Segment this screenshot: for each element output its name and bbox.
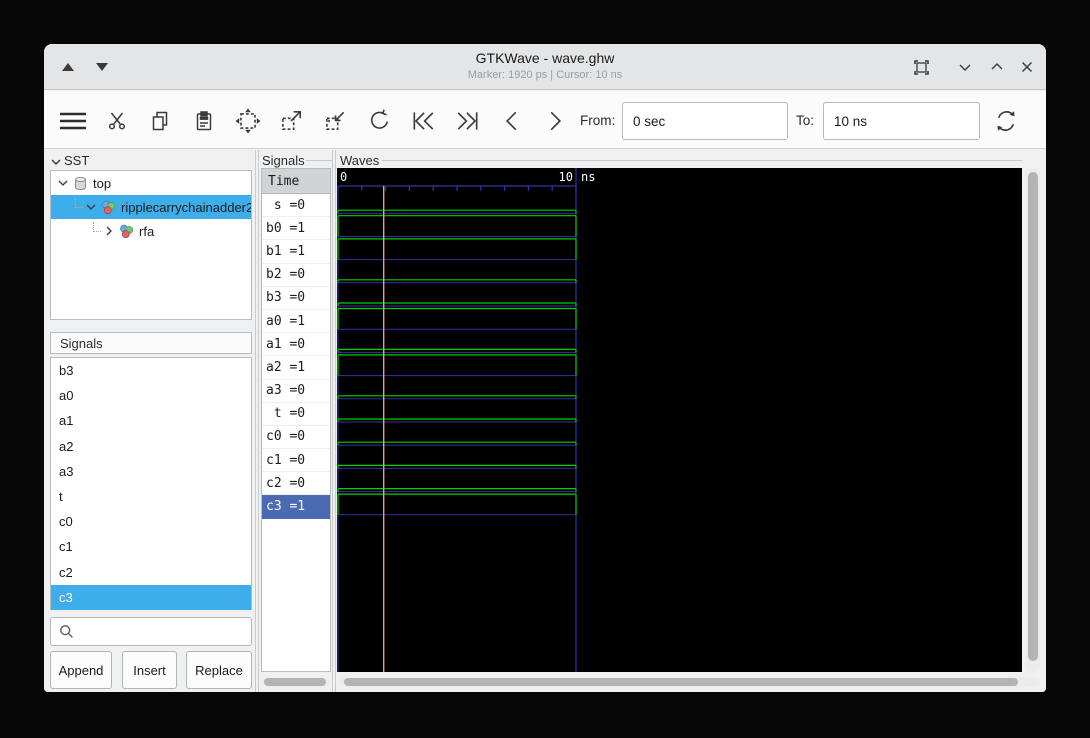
signals-list: b3 a0 a1 a2 a3 t c0 c1 c2 c3 [50, 357, 252, 610]
from-label: From: [580, 113, 616, 128]
cut-icon[interactable] [103, 107, 131, 135]
goto-start-icon[interactable] [409, 107, 437, 135]
expander-down-icon[interactable] [57, 177, 69, 189]
value-row-b1[interactable]: b1 =1 [262, 240, 330, 264]
undo-icon[interactable] [364, 107, 392, 135]
to-input[interactable] [823, 102, 980, 140]
waves-vscrollbar[interactable] [1026, 168, 1040, 672]
sst-tree: top ripplecarrychainadder20 rfa [50, 170, 252, 320]
close-icon[interactable] [1016, 56, 1038, 78]
values-panel-label: Signals [262, 153, 305, 168]
tree-node-label: rfa [139, 223, 155, 239]
module-spheres-icon [119, 224, 134, 239]
values-panel: Time s =0 b0 =1 b1 =1 b2 =0 b3 =0 a0 =1 a1 =0 a… [261, 168, 331, 672]
value-row-c3[interactable]: c3 =1 [262, 495, 330, 519]
from-input[interactable] [622, 102, 788, 140]
splitter-right-line2 [335, 150, 336, 692]
tree-node-label: top [93, 175, 112, 191]
search-icon [60, 625, 73, 638]
marker-cursor-status: Marker: 1920 ps | Cursor: 10 ns [467, 69, 623, 81]
maximize-icon[interactable] [986, 56, 1008, 78]
prev-edge-icon[interactable] [498, 107, 526, 135]
waves-hscrollbar[interactable] [340, 677, 1040, 687]
zoom-in-icon[interactable] [277, 107, 305, 135]
append-button[interactable]: Append [50, 651, 112, 689]
search-input[interactable] [50, 617, 252, 646]
value-row-b0[interactable]: b0 =1 [262, 217, 330, 241]
tree-guide-line [75, 198, 83, 208]
value-row-a0[interactable]: a0 =1 [262, 310, 330, 334]
scope-cylinder-icon [73, 176, 88, 191]
value-row-b2[interactable]: b2 =0 [262, 264, 330, 287]
paste-icon[interactable] [190, 107, 218, 135]
signal-list-item-a0[interactable]: a0 [51, 383, 251, 408]
tree-node-label: ripplecarrychainadder20 [121, 199, 251, 215]
value-rows: s =0 b0 =1 b1 =1 b2 =0 b3 =0 a0 =1 a1 =0 a2 =1 a… [262, 194, 330, 519]
signal-list-item-t[interactable]: t [51, 484, 251, 509]
signal-list-item-a2[interactable]: a2 [51, 434, 251, 459]
window-title: GTKWave - wave.ghw [475, 50, 615, 66]
waves-vscrollbar-thumb[interactable] [1028, 172, 1038, 661]
signal-list-item-b3[interactable]: b3 [51, 358, 251, 383]
signal-list-item-c0[interactable]: c0 [51, 509, 251, 534]
expander-down-icon[interactable] [85, 201, 97, 213]
waves-frame-line [382, 160, 1022, 161]
splitter-right[interactable] [332, 150, 333, 692]
timeline-unit-label: ns [581, 170, 595, 184]
time-column-header[interactable]: Time [262, 169, 330, 194]
signal-list-item-c1[interactable]: c1 [51, 534, 251, 559]
wave-canvas[interactable]: 0 10 ns [337, 168, 1022, 672]
tree-node-rfa[interactable]: rfa [51, 219, 251, 243]
value-row-a2[interactable]: a2 =1 [262, 356, 330, 380]
value-row-c1[interactable]: c1 =0 [262, 449, 330, 473]
value-row-a3[interactable]: a3 =0 [262, 380, 330, 403]
value-row-t[interactable]: t =0 [262, 403, 330, 426]
signal-list-item-a1[interactable]: a1 [51, 408, 251, 433]
insert-button[interactable]: Insert [122, 651, 177, 689]
value-row-a1[interactable]: a1 =0 [262, 333, 330, 357]
sst-expander-icon[interactable] [50, 157, 62, 167]
sst-label: SST [64, 153, 90, 168]
value-row-c2[interactable]: c2 =0 [262, 472, 330, 496]
zoom-fit-icon[interactable] [234, 107, 262, 135]
signal-list-item-c2[interactable]: c2 [51, 560, 251, 585]
next-edge-icon[interactable] [541, 107, 569, 135]
gtkwave-window: GTKWave - wave.ghw Marker: 1920 ps | Cur… [44, 44, 1046, 692]
timeline-start-label: 0 [340, 170, 347, 184]
toolbar: From: To: [44, 91, 1046, 149]
value-row-s[interactable]: s =0 [262, 194, 330, 218]
values-frame-line [306, 160, 332, 161]
goto-end-icon[interactable] [454, 107, 482, 135]
waves-hscrollbar-thumb[interactable] [344, 678, 1018, 686]
values-hscrollbar[interactable] [262, 677, 330, 687]
module-spheres-icon [101, 200, 116, 215]
zoom-out-icon[interactable] [321, 107, 349, 135]
waves-panel-label: Waves [340, 153, 380, 168]
tree-node-top[interactable]: top [51, 171, 251, 195]
signal-list-item-c3[interactable]: c3 [51, 584, 251, 610]
values-hscrollbar-thumb[interactable] [264, 678, 326, 686]
reload-icon[interactable] [992, 107, 1020, 135]
splitter-left-line2 [258, 150, 259, 692]
value-row-b3[interactable]: b3 =0 [262, 287, 330, 310]
copy-icon[interactable] [146, 107, 174, 135]
signals-frame-header: Signals [50, 332, 252, 354]
menu-icon[interactable] [56, 107, 90, 135]
replace-button[interactable]: Replace [186, 651, 252, 689]
waveform-plot: 0 10 ns [337, 168, 595, 672]
splitter-left[interactable] [255, 150, 256, 692]
value-row-c0[interactable]: c0 =0 [262, 426, 330, 450]
timeline-end-label: 10 [559, 170, 573, 184]
main-area: SST top ripplecarrychainadder20 rfa Signal… [44, 150, 1046, 692]
minimize-icon[interactable] [954, 56, 976, 78]
signals-panel-label: Signals [60, 336, 103, 351]
tree-guide-line [93, 222, 101, 232]
titlebar[interactable]: GTKWave - wave.ghw Marker: 1920 ps | Cur… [44, 44, 1046, 90]
to-label: To: [796, 113, 815, 128]
signal-list-item-a3[interactable]: a3 [51, 459, 251, 484]
expander-right-icon[interactable] [103, 225, 115, 237]
fit-window-icon[interactable] [910, 56, 932, 78]
tree-node-ripplecarrychainadder20[interactable]: ripplecarrychainadder20 [51, 195, 251, 219]
